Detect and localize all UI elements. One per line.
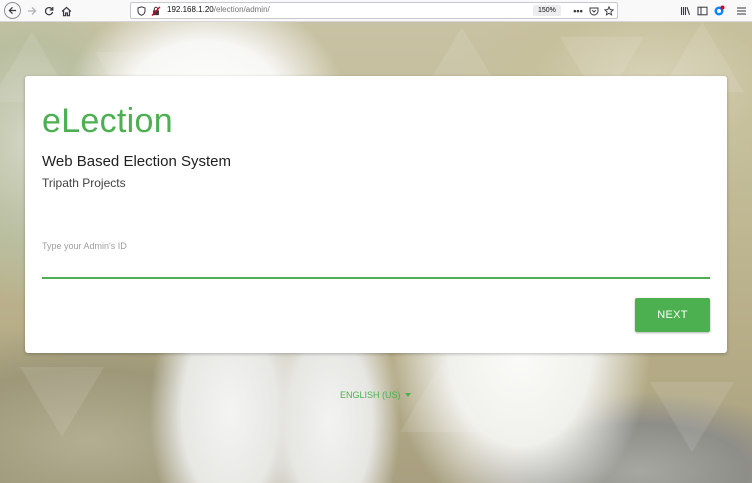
reload-button[interactable] xyxy=(41,3,57,19)
app-subtitle: Web Based Election System xyxy=(42,153,231,170)
pocket-icon[interactable] xyxy=(589,6,599,16)
arrow-right-icon xyxy=(28,7,37,15)
admin-id-label: Type your Admin's ID xyxy=(42,241,127,251)
forward-button[interactable] xyxy=(24,3,40,19)
sidebar-icon xyxy=(697,6,707,16)
reload-icon xyxy=(44,7,54,16)
home-button[interactable] xyxy=(58,3,74,19)
arrow-left-icon xyxy=(8,6,17,15)
organization-name: Tripath Projects xyxy=(42,176,126,190)
zoom-level-badge[interactable]: 150% xyxy=(533,5,561,16)
library-button[interactable] xyxy=(677,3,693,19)
tracking-shield-icon[interactable] xyxy=(136,6,146,16)
url-bar[interactable]: 192.168.1.20/election/admin/ 150% ••• xyxy=(130,2,618,19)
extension-icon xyxy=(714,5,725,16)
background-triangle xyxy=(650,382,734,452)
language-label: ENGLISH (US) xyxy=(340,390,401,400)
url-host: 192.168.1.20 xyxy=(167,5,214,14)
home-icon xyxy=(61,6,71,16)
extension-button[interactable] xyxy=(711,3,727,19)
url-text[interactable]: 192.168.1.20/election/admin/ xyxy=(167,5,270,14)
language-selector[interactable]: ENGLISH (US) xyxy=(340,390,411,400)
library-icon xyxy=(680,7,690,15)
insecure-lock-icon[interactable] xyxy=(151,6,161,16)
hamburger-menu-icon xyxy=(736,7,746,15)
bookmark-star-icon[interactable] xyxy=(604,6,614,16)
sidebar-button[interactable] xyxy=(694,3,710,19)
browser-toolbar: 192.168.1.20/election/admin/ 150% ••• xyxy=(0,0,752,22)
page-actions-icon[interactable]: ••• xyxy=(571,6,585,16)
menu-button[interactable] xyxy=(733,3,749,19)
url-path: /election/admin/ xyxy=(213,5,270,14)
admin-id-input[interactable] xyxy=(42,255,710,279)
app-title: eLection xyxy=(42,102,173,140)
background-triangle xyxy=(20,367,104,437)
background-triangle xyxy=(400,362,484,432)
caret-down-icon xyxy=(404,393,411,397)
back-button[interactable] xyxy=(4,2,21,19)
next-button[interactable]: NEXT xyxy=(635,298,710,332)
login-card: eLection Web Based Election System Tripa… xyxy=(25,76,727,353)
